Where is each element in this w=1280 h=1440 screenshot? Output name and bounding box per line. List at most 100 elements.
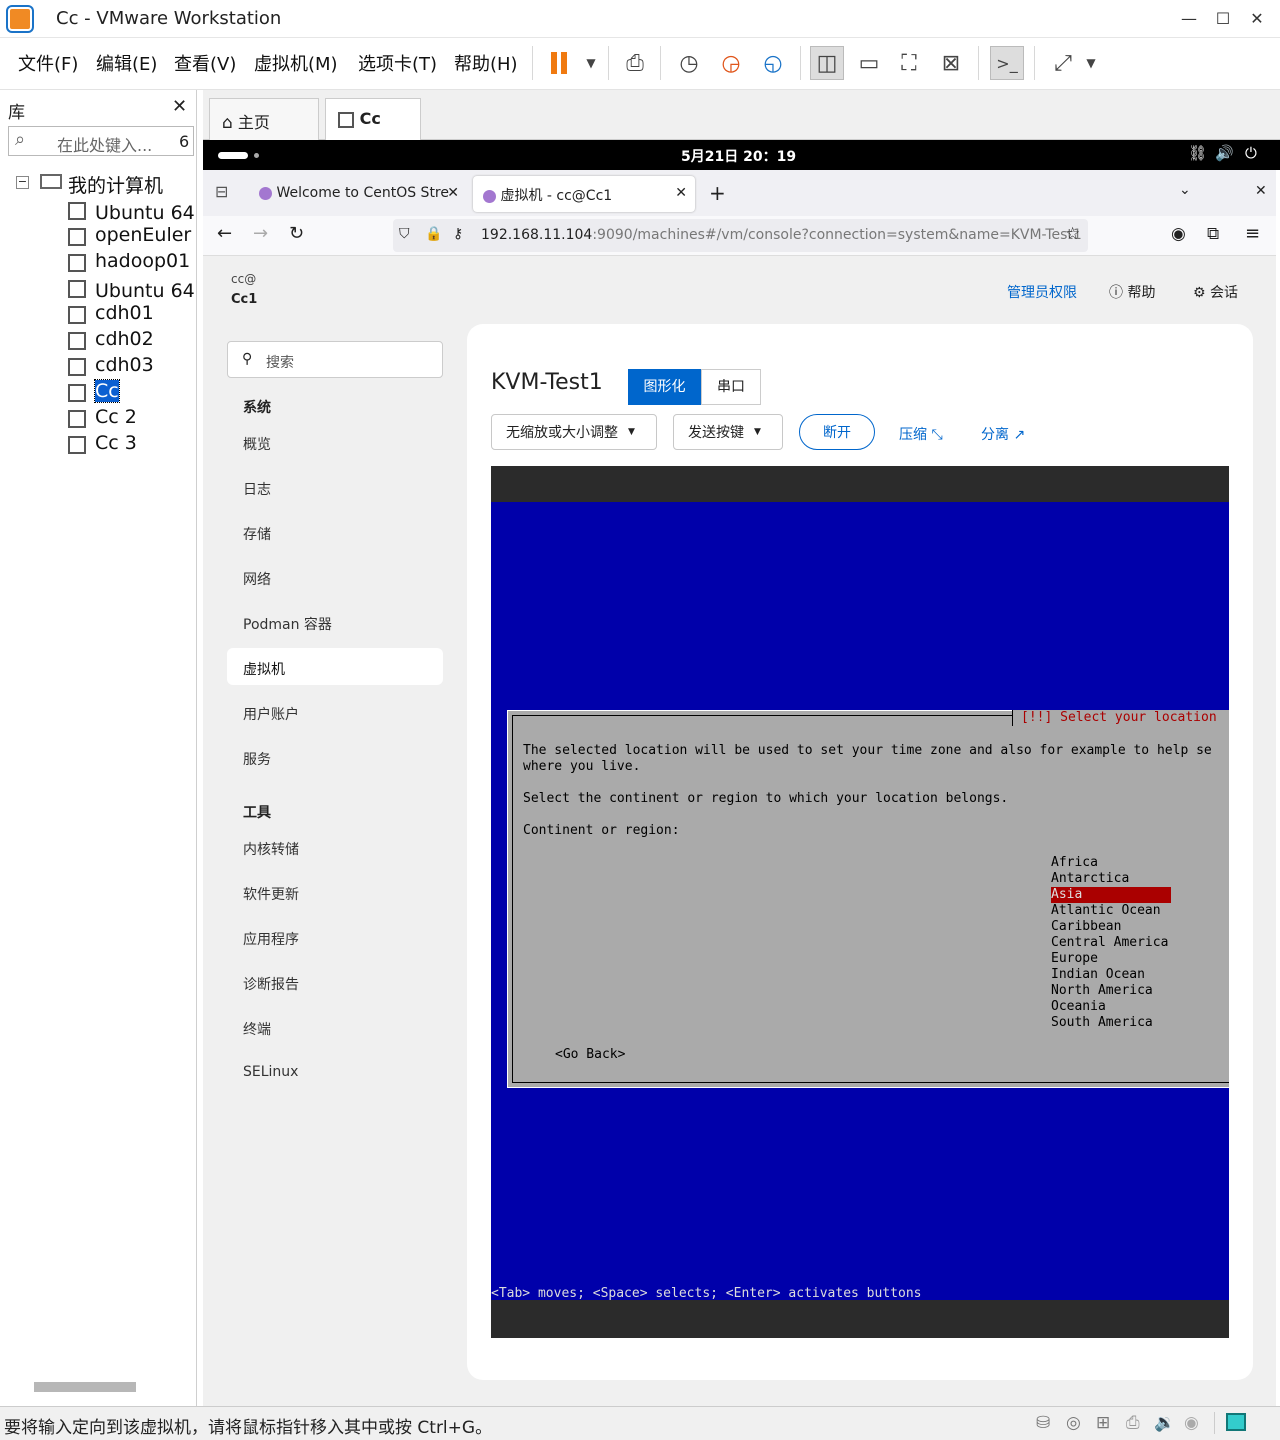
guest-clock[interactable]: 5月21日 20：19 <box>681 146 796 166</box>
tab-overview-icon[interactable]: ⊟ <box>215 182 228 201</box>
bookmark-star-icon[interactable]: ☆ <box>1065 224 1080 244</box>
nav-item[interactable]: 概览 <box>243 434 271 454</box>
maximize-button[interactable]: ☐ <box>1208 6 1238 32</box>
new-tab-button[interactable]: + <box>709 181 726 205</box>
library-item[interactable]: Cc <box>94 379 120 403</box>
vm-console-screen[interactable]: [!!] Select your location The selected l… <box>491 502 1229 1300</box>
url-bar[interactable]: ⛉ 🔒 ⚷ 192.168.11.104:9090/machines#/vm/c… <box>393 219 1088 252</box>
snapshot-icon[interactable]: ◷ <box>672 46 706 80</box>
minimize-button[interactable]: — <box>1174 6 1204 32</box>
library-item[interactable]: Cc 2 <box>95 406 195 428</box>
library-item[interactable]: hadoop01 <box>95 250 195 272</box>
admin-access-link[interactable]: 管理员权限 <box>1007 282 1077 302</box>
unity-icon[interactable]: ⊠ <box>934 46 968 80</box>
nav-item[interactable]: 日志 <box>243 479 271 499</box>
tab-graphics[interactable]: 图形化 <box>628 369 701 405</box>
nav-search-input[interactable]: ⚲ 搜索 <box>227 341 443 378</box>
disconnect-button[interactable]: 断开 <box>799 414 875 450</box>
library-scrollbar[interactable] <box>34 1382 136 1392</box>
nav-item[interactable]: 内核转储 <box>243 839 299 859</box>
reload-icon[interactable]: ↻ <box>289 223 304 244</box>
pause-icon[interactable] <box>542 46 576 80</box>
show-library-icon[interactable]: ◫ <box>810 46 844 80</box>
go-back-button[interactable]: <Go Back> <box>555 1047 625 1062</box>
region-option[interactable]: North America <box>1051 983 1171 999</box>
library-item[interactable]: cdh03 <box>95 354 195 376</box>
usb-icon[interactable]: ◉ <box>1184 1413 1199 1433</box>
region-option[interactable]: Caribbean <box>1051 919 1171 935</box>
tab-serial[interactable]: 串口 <box>701 369 761 405</box>
close-tab-icon[interactable]: ✕ <box>675 185 687 201</box>
network-icon[interactable]: ⛓ <box>1188 144 1207 162</box>
chevron-down-icon[interactable]: ▼ <box>574 46 608 80</box>
library-close-button[interactable]: ✕ <box>172 96 187 117</box>
message-log-icon[interactable] <box>1226 1413 1246 1431</box>
sound-icon[interactable]: 🔉 <box>1154 1413 1175 1433</box>
revert-snapshot-icon[interactable]: ◶ <box>714 46 748 80</box>
extensions-icon[interactable]: ⧉ <box>1207 224 1219 244</box>
nav-item[interactable]: 服务 <box>243 749 271 769</box>
nav-item[interactable]: 终端 <box>243 1019 271 1039</box>
cockpit-host[interactable]: Cc1 <box>231 292 257 307</box>
region-option[interactable]: Oceania <box>1051 999 1171 1015</box>
menu-tabs[interactable]: 选项卡(T) <box>358 50 437 76</box>
library-item[interactable]: Cc 3 <box>95 432 195 454</box>
close-button[interactable]: ✕ <box>1242 6 1272 32</box>
region-option[interactable]: Atlantic Ocean <box>1051 903 1171 919</box>
nav-item[interactable]: 存储 <box>243 524 271 544</box>
activities-indicator[interactable] <box>218 152 248 159</box>
library-item[interactable]: cdh01 <box>95 302 195 324</box>
tab-home[interactable]: ⌂ 主页 <box>209 98 319 140</box>
nav-item[interactable]: Podman 容器 <box>243 614 332 634</box>
menu-vm[interactable]: 虚拟机(M) <box>254 50 338 76</box>
region-option[interactable]: Central America <box>1051 935 1171 951</box>
menu-view[interactable]: 查看(V) <box>174 50 236 76</box>
nav-item[interactable]: 网络 <box>243 569 271 589</box>
menu-edit[interactable]: 编辑(E) <box>96 50 157 76</box>
hard-disk-icon[interactable]: ⛁ <box>1036 1413 1050 1433</box>
collapse-icon[interactable]: − <box>16 176 29 189</box>
volume-icon[interactable]: 🔊 <box>1215 144 1234 162</box>
forward-icon[interactable]: → <box>253 223 268 244</box>
list-tabs-icon[interactable]: ⌄ <box>1179 182 1191 198</box>
fullscreen-icon[interactable]: ⛶ <box>892 46 926 80</box>
library-search-input[interactable]: ⌕ 在此处键入... 6 <box>8 126 194 156</box>
library-item[interactable]: Ubuntu 64 位 <box>95 198 195 225</box>
menu-file[interactable]: 文件(F) <box>18 50 78 76</box>
send-key-button[interactable]: 发送按键 ▼ <box>673 414 783 450</box>
nav-item[interactable]: 虚拟机 <box>243 659 285 679</box>
library-item[interactable]: openEuler <box>95 224 195 246</box>
region-option[interactable]: Asia <box>1051 887 1171 903</box>
library-item[interactable]: Ubuntu 64 位 <box>95 276 195 303</box>
help-menu[interactable]: ⓘ 帮助 <box>1109 282 1155 302</box>
region-option[interactable]: South America <box>1051 1015 1171 1031</box>
library-item[interactable]: cdh02 <box>95 328 195 350</box>
region-option[interactable]: Indian Ocean <box>1051 967 1171 983</box>
chevron-down-icon[interactable]: ▼ <box>1074 46 1108 80</box>
nav-item[interactable]: 诊断报告 <box>243 974 299 994</box>
nav-item[interactable]: SELinux <box>243 1064 298 1080</box>
thumbnail-bar-icon[interactable]: ▭ <box>852 46 886 80</box>
browser-tab-vm[interactable]: 虚拟机 - cc@Cc1 ✕ <box>473 176 695 212</box>
browser-tab-welcome[interactable]: Welcome to CentOS Stre ✕ <box>249 176 465 212</box>
region-option[interactable]: Africa <box>1051 855 1171 871</box>
printer-icon[interactable]: ⎙ <box>1126 1413 1140 1433</box>
back-icon[interactable]: ← <box>217 223 232 244</box>
detach-button[interactable]: 分离 ↗ <box>981 424 1025 444</box>
nav-item[interactable]: 应用程序 <box>243 929 299 949</box>
compress-button[interactable]: 压缩 ⤡ <box>899 424 943 444</box>
account-icon[interactable]: ◉ <box>1171 224 1186 244</box>
scale-select[interactable]: 无缩放或大小调整 ▼ <box>491 414 657 450</box>
cd-rom-icon[interactable]: ◎ <box>1066 1413 1081 1433</box>
region-option[interactable]: Antarctica <box>1051 871 1171 887</box>
tab-cc[interactable]: Cc <box>325 98 421 140</box>
menu-icon[interactable]: ≡ <box>1245 223 1260 244</box>
send-ctrl-alt-del-icon[interactable]: ⎙ <box>618 46 652 80</box>
snapshot-manager-icon[interactable]: ◵ <box>756 46 790 80</box>
session-menu[interactable]: ⚙ 会话 <box>1193 282 1238 302</box>
region-option[interactable]: Europe <box>1051 951 1171 967</box>
close-window-icon[interactable]: ✕ <box>1255 183 1267 199</box>
tree-root-my-computer[interactable]: 我的计算机 <box>68 171 163 198</box>
network-adapter-icon[interactable]: ⊞ <box>1096 1413 1110 1433</box>
menu-help[interactable]: 帮助(H) <box>454 50 518 76</box>
